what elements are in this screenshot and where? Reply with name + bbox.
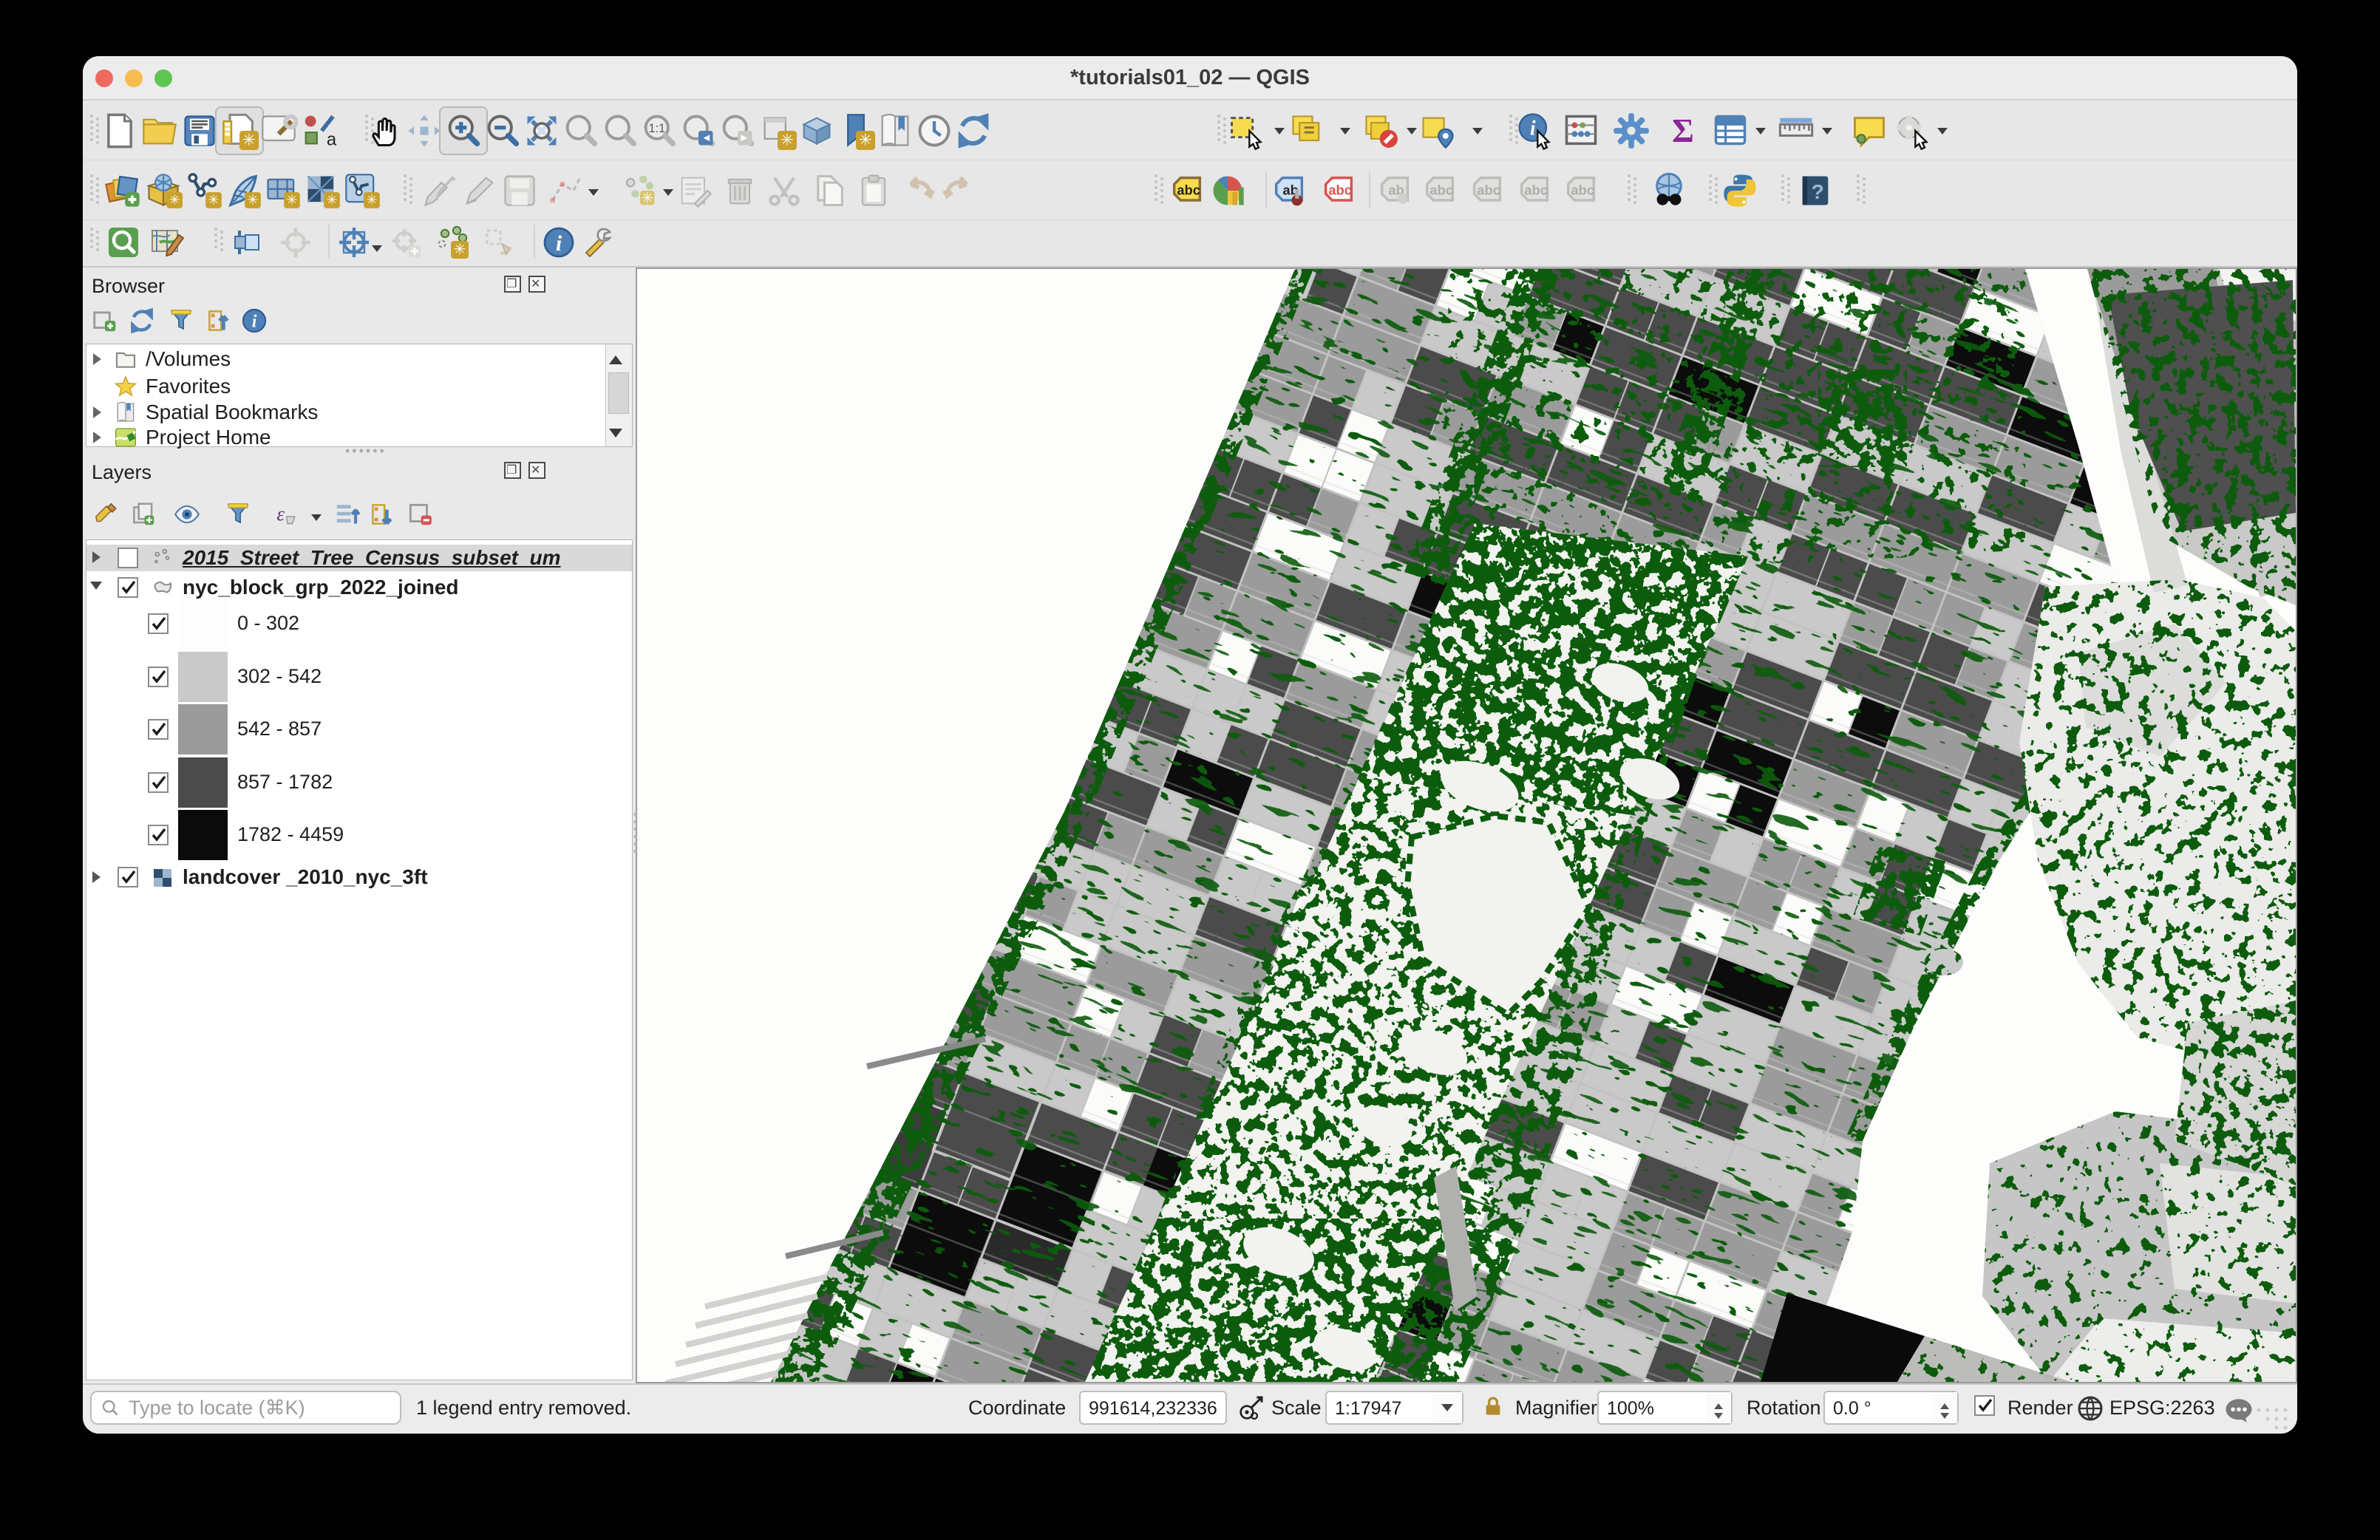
svg-text:i: i (1530, 117, 1536, 140)
svg-text:abc: abc (1177, 182, 1200, 197)
svg-text:i: i (252, 313, 257, 332)
svg-text:abc: abc (1524, 182, 1548, 197)
svg-text:✳: ✳ (642, 190, 653, 206)
svg-text:abc: abc (1571, 182, 1594, 197)
svg-text:✳: ✳ (286, 192, 297, 207)
svg-text:✳: ✳ (859, 131, 872, 149)
svg-text:✳: ✳ (366, 192, 377, 207)
svg-text:✳: ✳ (326, 192, 337, 207)
svg-text:✳: ✳ (454, 242, 466, 258)
svg-text:✳: ✳ (781, 131, 794, 149)
svg-text:i: i (556, 231, 562, 256)
svg-text:✳: ✳ (208, 192, 219, 207)
svg-text:abc: abc (1429, 182, 1453, 197)
svg-text:1:1: 1:1 (648, 122, 665, 135)
svg-text:a: a (327, 130, 337, 150)
svg-text:ε: ε (276, 502, 285, 525)
svg-text:abc: abc (1328, 182, 1352, 197)
svg-text:Σ: Σ (1672, 112, 1694, 149)
svg-text:✳: ✳ (242, 131, 256, 149)
svg-text:✳: ✳ (247, 192, 258, 207)
svg-text:abc: abc (1477, 182, 1500, 197)
svg-text:✳: ✳ (169, 192, 180, 207)
svg-text:?: ? (1812, 180, 1824, 203)
